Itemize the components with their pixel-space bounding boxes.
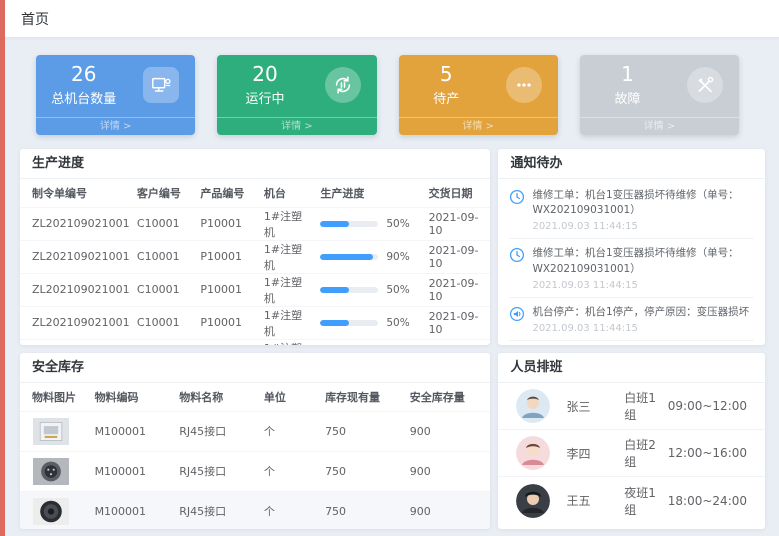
avatar bbox=[516, 389, 550, 423]
stat-cards-row: 26 总机台数量 详情 > 20 运行中 详情 > 5 待产 bbox=[20, 55, 765, 135]
table-row: M100001 RJ45接口 个 750 900 bbox=[20, 491, 490, 529]
progress-bar bbox=[320, 254, 378, 260]
card-detail-link[interactable]: 详情 > bbox=[399, 117, 558, 135]
schedule-row: 张三 白班1组 09:00~12:00 bbox=[498, 383, 765, 430]
clock-icon bbox=[509, 189, 525, 205]
stat-label: 运行中 bbox=[217, 88, 313, 107]
table-row: ZL202109021001 C10001 P10001 1#注塑机 50 20… bbox=[20, 339, 490, 345]
col-order: 制令单编号 bbox=[20, 179, 133, 207]
stat-label: 故障 bbox=[580, 88, 676, 107]
speaker-photo bbox=[32, 498, 70, 525]
card-detail-link[interactable]: 详情 > bbox=[580, 117, 739, 135]
tools-icon bbox=[687, 67, 723, 103]
table-row: ZL202109021001 C10001 P10001 1#注塑机 50 20… bbox=[20, 273, 490, 306]
panel-title: 通知待办 bbox=[498, 149, 765, 179]
panel-staff-schedule: 人员排班 张三 白班1组 09:00~12:00 李四 白班2组 12:00~1… bbox=[498, 353, 765, 529]
progress-bar bbox=[320, 221, 378, 227]
staff-shift: 白班1组 bbox=[624, 389, 667, 423]
staff-shift: 夜班1组 bbox=[624, 484, 667, 518]
schedule-row: 王五 夜班1组 18:00~24:00 bbox=[498, 477, 765, 524]
stat-value: 1 bbox=[580, 62, 676, 86]
notification-item[interactable]: 机台停产：机台1停产，停产原因：变压器损坏 2021.09.03 11:44:1… bbox=[509, 298, 754, 341]
avatar bbox=[516, 436, 550, 470]
stat-card-fault: 1 故障 详情 > bbox=[580, 55, 739, 135]
avatar bbox=[516, 484, 550, 518]
card-detail-link[interactable]: 详情 > bbox=[217, 117, 376, 135]
stat-value: 26 bbox=[36, 62, 132, 86]
table-row: ZL202109021001 C10001 P10001 1#注塑机 50 20… bbox=[20, 207, 490, 240]
col-photo: 物料图片 bbox=[20, 383, 91, 411]
notification-time: 2021.09.03 11:44:15 bbox=[532, 280, 754, 291]
table-row: M100001 RJ45接口 个 750 900 bbox=[20, 411, 490, 451]
progress-bar bbox=[320, 320, 378, 326]
cycle-icon bbox=[325, 67, 361, 103]
col-product: 产品编号 bbox=[196, 179, 260, 207]
col-stock: 库存现有量 bbox=[321, 383, 406, 411]
schedule-row: 李四 白班2组 12:00~16:00 bbox=[498, 430, 765, 477]
col-unit: 单位 bbox=[260, 383, 321, 411]
notification-item[interactable]: 计划暂停：机台1生产计划已暂停 2021.09.03 11:44:15 bbox=[509, 341, 754, 345]
col-name: 物料名称 bbox=[175, 383, 260, 411]
table-header-row: 物料图片 物料编码 物料名称 单位 库存现有量 安全库存量 bbox=[20, 383, 490, 411]
stat-card-running: 20 运行中 详情 > bbox=[217, 55, 376, 135]
notification-text: 维修工单：机台1变压器损坏待维修（单号：WX202109031001） bbox=[532, 188, 754, 218]
col-code: 物料编码 bbox=[91, 383, 176, 411]
panel-production-progress: 生产进度 制令单编号 客户编号 产品编号 机台 生产进度 交货日期 ZL2021 bbox=[20, 149, 490, 345]
staff-time: 18:00~24:00 bbox=[668, 494, 747, 508]
col-machine: 机台 bbox=[260, 179, 316, 207]
inventory-table: 物料图片 物料编码 物料名称 单位 库存现有量 安全库存量 M100001 RJ… bbox=[20, 383, 490, 529]
page-title: 首页 bbox=[21, 9, 49, 29]
staff-name: 张三 bbox=[566, 398, 612, 415]
table-row: ZL202109021001 C10001 P10001 1#注塑机 90 20… bbox=[20, 240, 490, 273]
card-detail-link[interactable]: 详情 > bbox=[36, 117, 195, 135]
stat-value: 20 bbox=[217, 62, 313, 86]
top-bar: 首页 bbox=[5, 0, 779, 38]
notification-item[interactable]: 维修工单：机台1变压器损坏待维修（单号：WX202109031001） 2021… bbox=[509, 239, 754, 297]
panel-title: 人员排班 bbox=[498, 353, 765, 383]
notification-item[interactable]: 维修工单：机台1变压器损坏待维修（单号：WX202109031001） 2021… bbox=[509, 181, 754, 239]
staff-time: 12:00~16:00 bbox=[668, 446, 747, 460]
staff-name: 王五 bbox=[566, 492, 612, 509]
notification-text: 维修工单：机台1变压器损坏待维修（单号：WX202109031001） bbox=[532, 246, 754, 276]
panels-grid: 生产进度 制令单编号 客户编号 产品编号 机台 生产进度 交货日期 ZL2021 bbox=[20, 149, 765, 529]
stat-label: 待产 bbox=[399, 88, 495, 107]
stat-label: 总机台数量 bbox=[36, 88, 132, 107]
col-safety: 安全库存量 bbox=[406, 383, 491, 411]
col-date: 交货日期 bbox=[425, 179, 491, 207]
stat-card-standby: 5 待产 详情 > bbox=[399, 55, 558, 135]
notification-text: 机台停产：机台1停产，停产原因：变压器损坏 bbox=[532, 305, 749, 320]
notification-time: 2021.09.03 11:44:15 bbox=[532, 221, 754, 232]
dashboard: 26 总机台数量 详情 > 20 运行中 详情 > 5 待产 bbox=[5, 38, 779, 529]
connector-photo bbox=[32, 458, 70, 485]
staff-time: 09:00~12:00 bbox=[668, 399, 747, 413]
notification-time: 2021.09.03 11:44:15 bbox=[532, 323, 749, 334]
stat-card-total-machines: 26 总机台数量 详情 > bbox=[36, 55, 195, 135]
col-customer: 客户编号 bbox=[133, 179, 197, 207]
table-header-row: 制令单编号 客户编号 产品编号 机台 生产进度 交货日期 bbox=[20, 179, 490, 207]
staff-shift: 白班2组 bbox=[624, 436, 667, 470]
panel-title: 生产进度 bbox=[20, 149, 490, 179]
machine-icon bbox=[143, 67, 179, 103]
progress-bar bbox=[320, 287, 378, 293]
panel-title: 安全库存 bbox=[20, 353, 490, 383]
stat-value: 5 bbox=[399, 62, 495, 86]
panel-safety-inventory: 安全库存 物料图片 物料编码 物料名称 单位 库存现有量 安全库存量 bbox=[20, 353, 490, 529]
clock-icon bbox=[509, 247, 525, 263]
left-edge-strip bbox=[0, 0, 5, 536]
col-progress: 生产进度 bbox=[316, 179, 424, 207]
table-row: ZL202109021001 C10001 P10001 1#注塑机 50 20… bbox=[20, 306, 490, 339]
staff-name: 李四 bbox=[566, 445, 612, 462]
panel-notifications: 通知待办 维修工单：机台1变压器损坏待维修（单号：WX202109031001）… bbox=[498, 149, 765, 345]
table-row: M100001 RJ45接口 个 750 900 bbox=[20, 451, 490, 491]
production-table: 制令单编号 客户编号 产品编号 机台 生产进度 交货日期 ZL202109021… bbox=[20, 179, 490, 345]
rj45-photo bbox=[32, 418, 70, 445]
speaker-icon bbox=[509, 306, 525, 322]
ellipsis-icon bbox=[506, 67, 542, 103]
